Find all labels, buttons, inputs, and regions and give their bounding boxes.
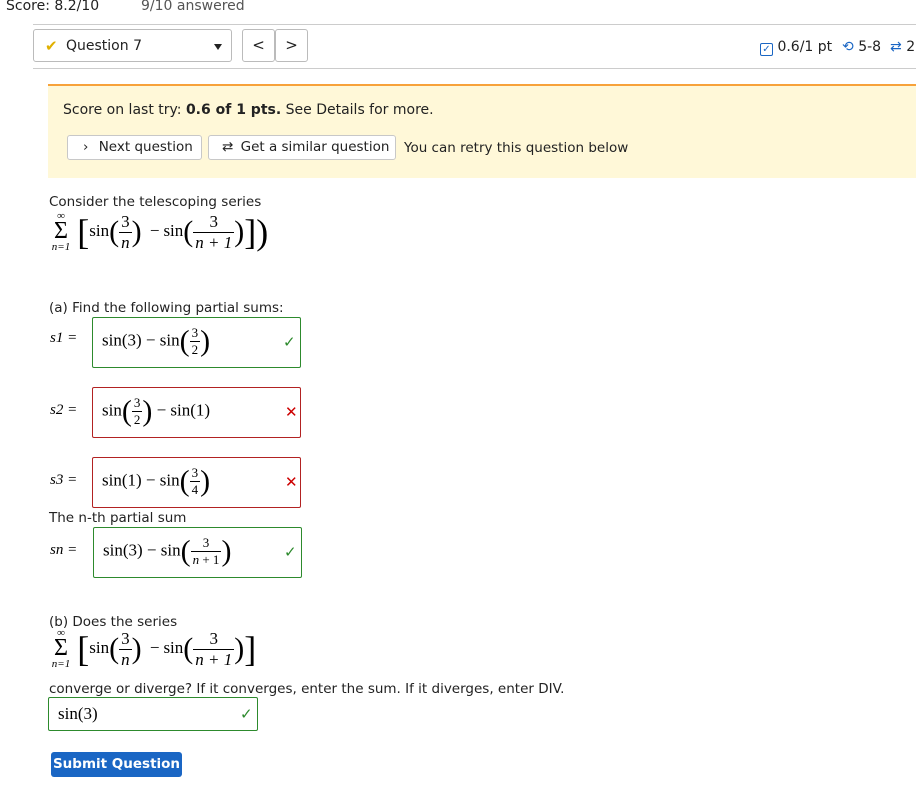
sn-answer-field[interactable]: sin(3) − sin(3 n + 1) ✓ <box>93 527 302 578</box>
s1-answer-field[interactable]: sin(3) − sin(3 2) ✓ <box>92 317 301 368</box>
sn-answer-value: sin(3) − sin(3 n + 1) <box>103 534 232 568</box>
nth-sum-label: The n-th partial sum <box>49 510 187 526</box>
s2-answer-value: sin(3 2) − sin(1) <box>102 394 211 428</box>
checkbox-icon: ✓ <box>760 43 773 56</box>
retry-icon: ⟲ <box>842 39 854 55</box>
s3-answer-value: sin(1) − sin(3 4) <box>102 464 211 498</box>
next-question-button[interactable]: › Next question <box>67 135 202 160</box>
divider <box>33 68 916 69</box>
part-a-text: (a) Find the following partial sums: <box>49 300 284 316</box>
sn-label: sn = <box>50 542 78 558</box>
chevron-right-icon: › <box>83 139 89 155</box>
similar-question-button[interactable]: ⇄ Get a similar question <box>208 135 396 160</box>
part-b-answer-field[interactable]: sin(3) ✓ <box>48 697 258 731</box>
question-select-label: Question 7 <box>66 38 142 54</box>
attempts-info[interactable]: ⟲ 5-8 <box>842 39 881 55</box>
s3-answer-field[interactable]: sin(1) − sin(3 4) ✕ <box>92 457 301 508</box>
part-b-answer-value: sin(3) <box>58 704 98 723</box>
points-info[interactable]: ✓ 0.6/1 pt <box>760 39 832 56</box>
s2-answer-field[interactable]: sin(3 2) − sin(1) ✕ <box>92 387 301 438</box>
incorrect-x-icon: ✕ <box>285 473 298 491</box>
question-intro: Consider the telescoping series <box>49 194 262 210</box>
incorrect-x-icon: ✕ <box>285 403 298 421</box>
banner-suffix: See Details for more. <box>281 102 434 118</box>
score-banner: Score on last try: 0.6 of 1 pts. See Det… <box>48 84 916 178</box>
part-b-instructions: converge or diverge? If it converges, en… <box>49 681 565 697</box>
s1-label: s1 = <box>50 330 78 346</box>
correct-check-icon: ✓ <box>283 333 296 351</box>
summation: ∞ Σ n=1 <box>51 210 71 254</box>
submit-question-button[interactable]: Submit Question <box>51 752 182 777</box>
score-text: Score: 8.2/10 <box>6 0 100 14</box>
previous-question-button[interactable]: < <box>242 29 275 62</box>
next-question-nav-button[interactable]: > <box>275 29 308 62</box>
swap-icon: ⇄ <box>890 39 902 55</box>
series-expression: ∞ Σ n=1 [sin(3 n) − sin(3 n + 1)]) <box>49 210 268 254</box>
series-expression-b: ∞ Σ n=1 [sin(3 n) − sin(3 n + 1)] <box>49 627 256 671</box>
chevron-down-icon <box>214 44 222 50</box>
banner-text: Score on last try: 0.6 of 1 pts. See Det… <box>63 102 434 118</box>
banner-prefix: Score on last try: <box>63 102 186 118</box>
next-question-label: Next question <box>98 139 193 155</box>
s3-label: s3 = <box>50 472 78 488</box>
s1-answer-value: sin(3) − sin(3 2) <box>102 324 211 358</box>
divider <box>33 24 916 25</box>
attempts-value: 5-8 <box>858 39 882 55</box>
summation: ∞ Σ n=1 <box>51 627 71 671</box>
answered-count: 9/10 answered <box>141 0 245 14</box>
similar-info[interactable]: ⇄ 2 <box>890 39 915 55</box>
s2-label: s2 = <box>50 402 78 418</box>
retry-text: You can retry this question below <box>404 140 629 156</box>
similar-value: 2 <box>906 39 916 55</box>
banner-score: 0.6 of 1 pts. <box>185 102 282 118</box>
check-icon: ✔ <box>45 37 58 55</box>
similar-question-label: Get a similar question <box>240 139 390 155</box>
points-value: 0.6/1 pt <box>777 39 833 55</box>
correct-check-icon: ✓ <box>284 543 297 561</box>
question-select[interactable]: ✔ Question 7 <box>33 29 232 62</box>
swap-icon: ⇄ <box>222 139 234 155</box>
correct-check-icon: ✓ <box>240 705 253 723</box>
